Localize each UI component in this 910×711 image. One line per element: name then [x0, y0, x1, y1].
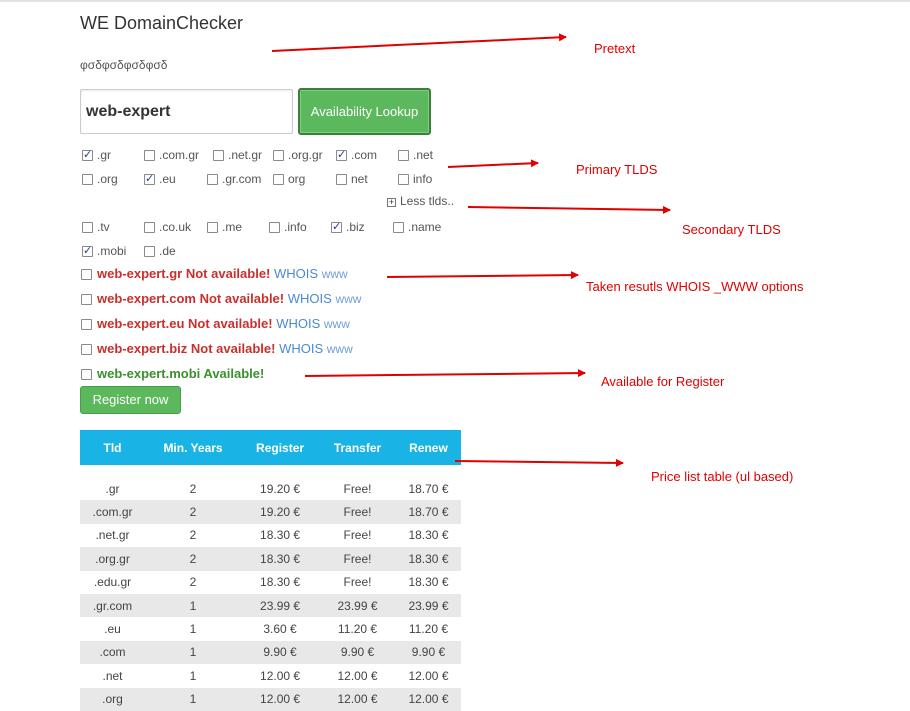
- annotation-available: Available for Register: [601, 374, 725, 389]
- arrow-primary: [447, 159, 539, 168]
- arrow-taken: [386, 271, 579, 280]
- arrow-secondary: [467, 205, 671, 214]
- arrow-pretext: [271, 33, 567, 52]
- annotation-secondary-tlds: Secondary TLDS: [682, 222, 781, 237]
- annotation-pretext: Pretext: [594, 41, 636, 56]
- annotation-taken-results: Taken resutls WHOIS _WWW options: [586, 279, 804, 294]
- arrow-available: [304, 369, 586, 378]
- arrow-pricelist: [454, 458, 624, 467]
- annotation-price-list: Price list table (ul based): [651, 469, 794, 484]
- annotation-primary-tlds: Primary TLDS: [576, 162, 658, 177]
- annotation-arrows: [271, 33, 671, 467]
